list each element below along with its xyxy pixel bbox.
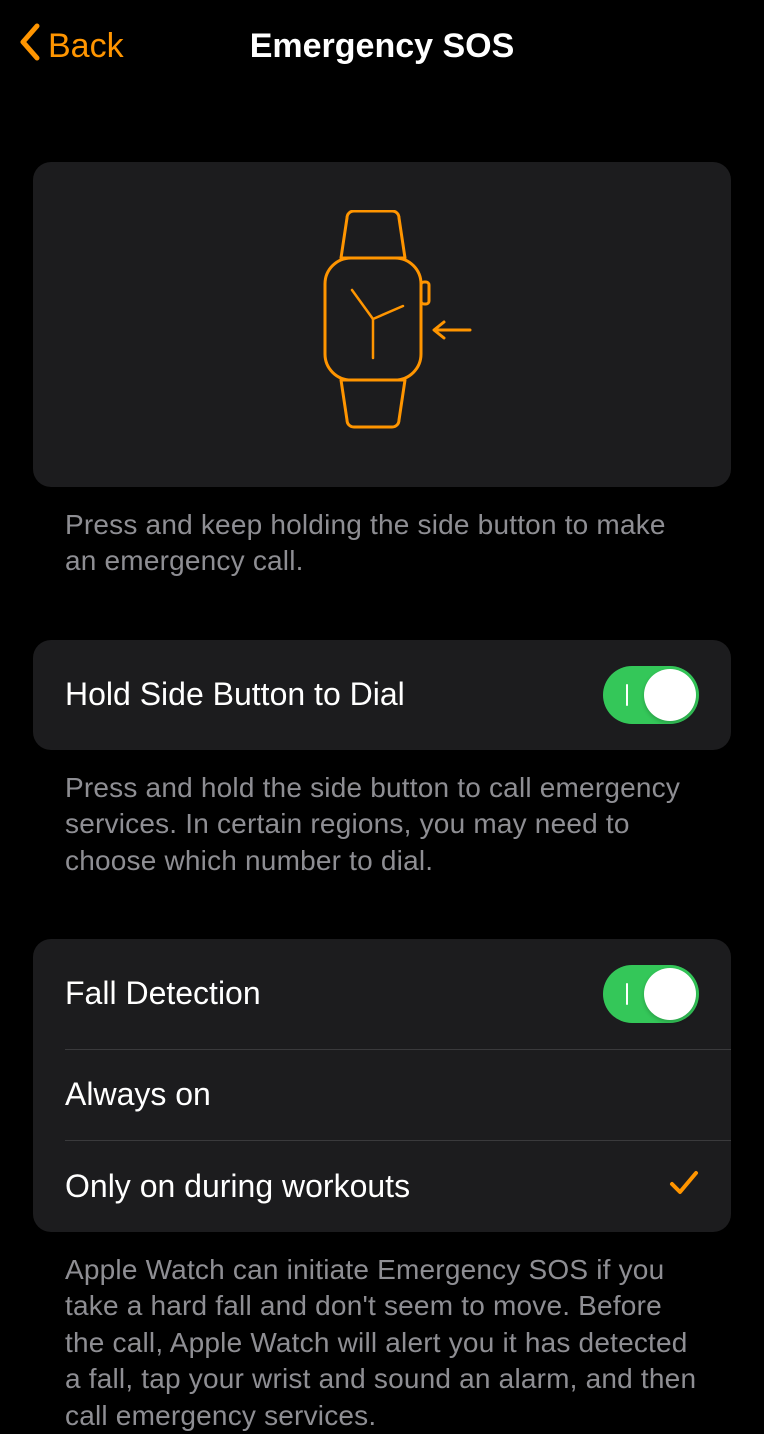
navbar: Back Emergency SOS — [0, 0, 764, 92]
hold-side-button-toggle[interactable] — [603, 666, 699, 724]
hold-side-button-group: Hold Side Button to Dial — [33, 640, 731, 750]
watch-illustration-panel — [33, 162, 731, 487]
fall-detection-group: Fall Detection Always on Only on during … — [33, 939, 731, 1232]
always-on-row[interactable]: Always on — [33, 1050, 731, 1140]
fall-detection-footer: Apple Watch can initiate Emergency SOS i… — [33, 1232, 731, 1434]
fall-detection-label: Fall Detection — [65, 975, 261, 1012]
checkmark-icon — [669, 1167, 699, 1206]
only-during-workouts-row[interactable]: Only on during workouts — [33, 1141, 731, 1232]
only-during-workouts-label: Only on during workouts — [65, 1168, 410, 1205]
toggle-on-indicator-icon — [626, 983, 628, 1005]
fall-detection-row: Fall Detection — [33, 939, 731, 1049]
hero-instruction: Press and keep holding the side button t… — [33, 487, 731, 580]
apple-watch-icon — [292, 210, 472, 440]
back-button[interactable]: Back — [18, 23, 124, 70]
hold-side-button-footer: Press and hold the side button to call e… — [33, 750, 731, 879]
chevron-left-icon — [18, 23, 40, 70]
page-title: Emergency SOS — [250, 27, 515, 66]
back-label: Back — [48, 27, 124, 66]
hold-side-button-row: Hold Side Button to Dial — [33, 640, 731, 750]
always-on-label: Always on — [65, 1076, 211, 1113]
toggle-knob — [644, 968, 696, 1020]
toggle-knob — [644, 669, 696, 721]
fall-detection-toggle[interactable] — [603, 965, 699, 1023]
hold-side-button-label: Hold Side Button to Dial — [65, 676, 405, 713]
toggle-on-indicator-icon — [626, 684, 628, 706]
